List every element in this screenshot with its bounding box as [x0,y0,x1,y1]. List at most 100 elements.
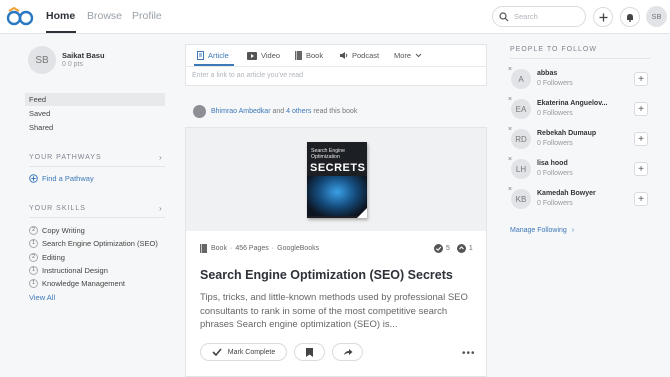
content-card: Search Engine Optimization SECRETS Book ·… [185,127,487,377]
tab-more[interactable]: More [394,51,426,60]
skill-item[interactable]: 1 Instructional Design [29,264,108,276]
person-followers: 0 Followers [537,80,573,87]
sidebar-item-saved[interactable]: Saved [25,107,165,120]
follow-button[interactable]: + [634,162,648,176]
friend-avatar[interactable] [193,105,206,118]
search-input[interactable]: Search [492,6,586,27]
pathways-heading: YOUR PATHWAYS [29,154,102,161]
share-button[interactable] [332,343,363,361]
card-image-area[interactable]: Search Engine Optimization SECRETS [186,128,486,231]
tab-article[interactable]: Article [197,51,229,60]
search-placeholder: Search [514,12,538,21]
find-pathway-link[interactable]: Find a Pathway [29,174,94,183]
nav-home[interactable]: Home [46,10,75,22]
card-description: Tips, tricks, and little-known methods u… [200,292,468,330]
add-button[interactable] [593,7,613,27]
others-link[interactable]: 4 others [286,108,311,115]
add-circle-icon [29,174,38,183]
book-icon [200,244,207,253]
profile-name[interactable]: Saikat Basu [62,51,105,60]
card-meta: Book · 456 Pages · GoogleBooks [200,244,319,253]
profile-avatar[interactable]: SB [28,46,56,74]
person-item: × EA Ekaterina Anguelov... 0 Followers + [508,96,653,126]
podcast-icon [340,52,348,59]
person-name[interactable]: abbas [537,70,557,77]
skills-chevron-icon[interactable]: › [159,204,162,213]
person-followers: 0 Followers [537,200,573,207]
person-avatar[interactable]: EA [511,99,531,119]
bookmark-icon [306,347,313,357]
card-title[interactable]: Search Engine Optimization (SEO) Secrets [200,268,453,282]
book-icon [295,51,302,60]
person-name[interactable]: Kamedah Bowyer [537,190,596,197]
profile-points: 0 0 pts [62,61,84,68]
follow-button[interactable]: + [634,102,648,116]
people-to-follow-heading: PEOPLE TO FOLLOW [510,46,597,53]
follow-button[interactable]: + [634,192,648,206]
recommend-icon [456,244,466,253]
dismiss-icon[interactable]: × [508,156,512,163]
person-name[interactable]: lisa hood [537,160,568,167]
article-icon [197,51,204,60]
tab-book[interactable]: Book [295,51,323,60]
dismiss-icon[interactable]: × [508,186,512,193]
sidebar-item-shared[interactable]: Shared [25,121,165,134]
share-arrow-icon [343,349,352,355]
video-icon [247,51,257,60]
person-followers: 0 Followers [537,170,573,177]
skill-item[interactable]: 2 Copy Writing [29,224,85,236]
person-name[interactable]: Rebekah Dumaup [537,130,596,137]
skill-item[interactable]: 2 Editing [29,251,65,263]
person-item: × RD Rebekah Dumaup 0 Followers + [508,126,653,156]
person-followers: 0 Followers [537,140,573,147]
more-options-icon[interactable]: ••• [462,348,476,359]
user-avatar[interactable]: SB [646,6,667,27]
divider [29,166,165,167]
person-name[interactable]: Ekaterina Anguelov... [537,100,607,107]
search-icon [499,12,509,22]
divider [29,217,165,218]
skill-item[interactable]: 1 Search Engine Optimization (SEO) [29,237,158,249]
divider [510,58,650,59]
nav-browse[interactable]: Browse [87,10,122,22]
skills-heading: YOUR SKILLS [29,205,86,212]
nav-profile[interactable]: Profile [132,10,162,22]
person-item: × KB Kamedah Bowyer 0 Followers + [508,186,653,216]
sidebar-item-feed[interactable]: Feed [25,93,165,106]
dismiss-icon[interactable]: × [508,66,512,73]
divider [186,66,486,67]
person-avatar[interactable]: A [511,69,531,89]
notifications-button[interactable] [620,7,640,27]
view-all-skills-link[interactable]: View All [29,293,55,302]
nav-active-indicator [46,31,76,33]
checkmark-icon [212,348,222,356]
person-avatar[interactable]: RD [511,129,531,149]
bell-icon [627,13,633,22]
chevron-down-icon [415,53,422,58]
top-bar: Home Browse Profile Search SB [0,0,670,34]
link-input[interactable]: Enter a link to an article you've read [192,72,303,79]
skill-item[interactable]: 1 Knowledge Management [29,277,125,289]
dismiss-icon[interactable]: × [508,126,512,133]
follow-button[interactable]: + [634,132,648,146]
card-stats: 5 1 [434,244,473,253]
tab-podcast[interactable]: Podcast [339,51,379,60]
friend-name-link[interactable]: Bhimrao Ambedkar [211,108,271,115]
manage-following-link[interactable]: Manage Following › [510,227,574,234]
pathways-chevron-icon[interactable]: › [159,153,162,162]
person-item: × LH lisa hood 0 Followers + [508,156,653,186]
check-circle-icon [434,244,443,253]
follow-button[interactable]: + [634,72,648,86]
dismiss-icon[interactable]: × [508,96,512,103]
degreed-logo-icon[interactable] [6,7,34,27]
tab-video[interactable]: Video [247,51,280,60]
person-avatar[interactable]: KB [511,189,531,209]
person-avatar[interactable]: LH [511,159,531,179]
chevron-right-icon: › [571,227,575,234]
person-followers: 0 Followers [537,110,573,117]
book-cover-image: Search Engine Optimization SECRETS [307,142,367,218]
save-button[interactable] [294,343,325,361]
person-item: × A abbas 0 Followers + [508,66,653,96]
mark-complete-button[interactable]: Mark Complete [200,343,287,361]
content-composer: Article Video Book Podcast More Enter a … [185,44,487,86]
